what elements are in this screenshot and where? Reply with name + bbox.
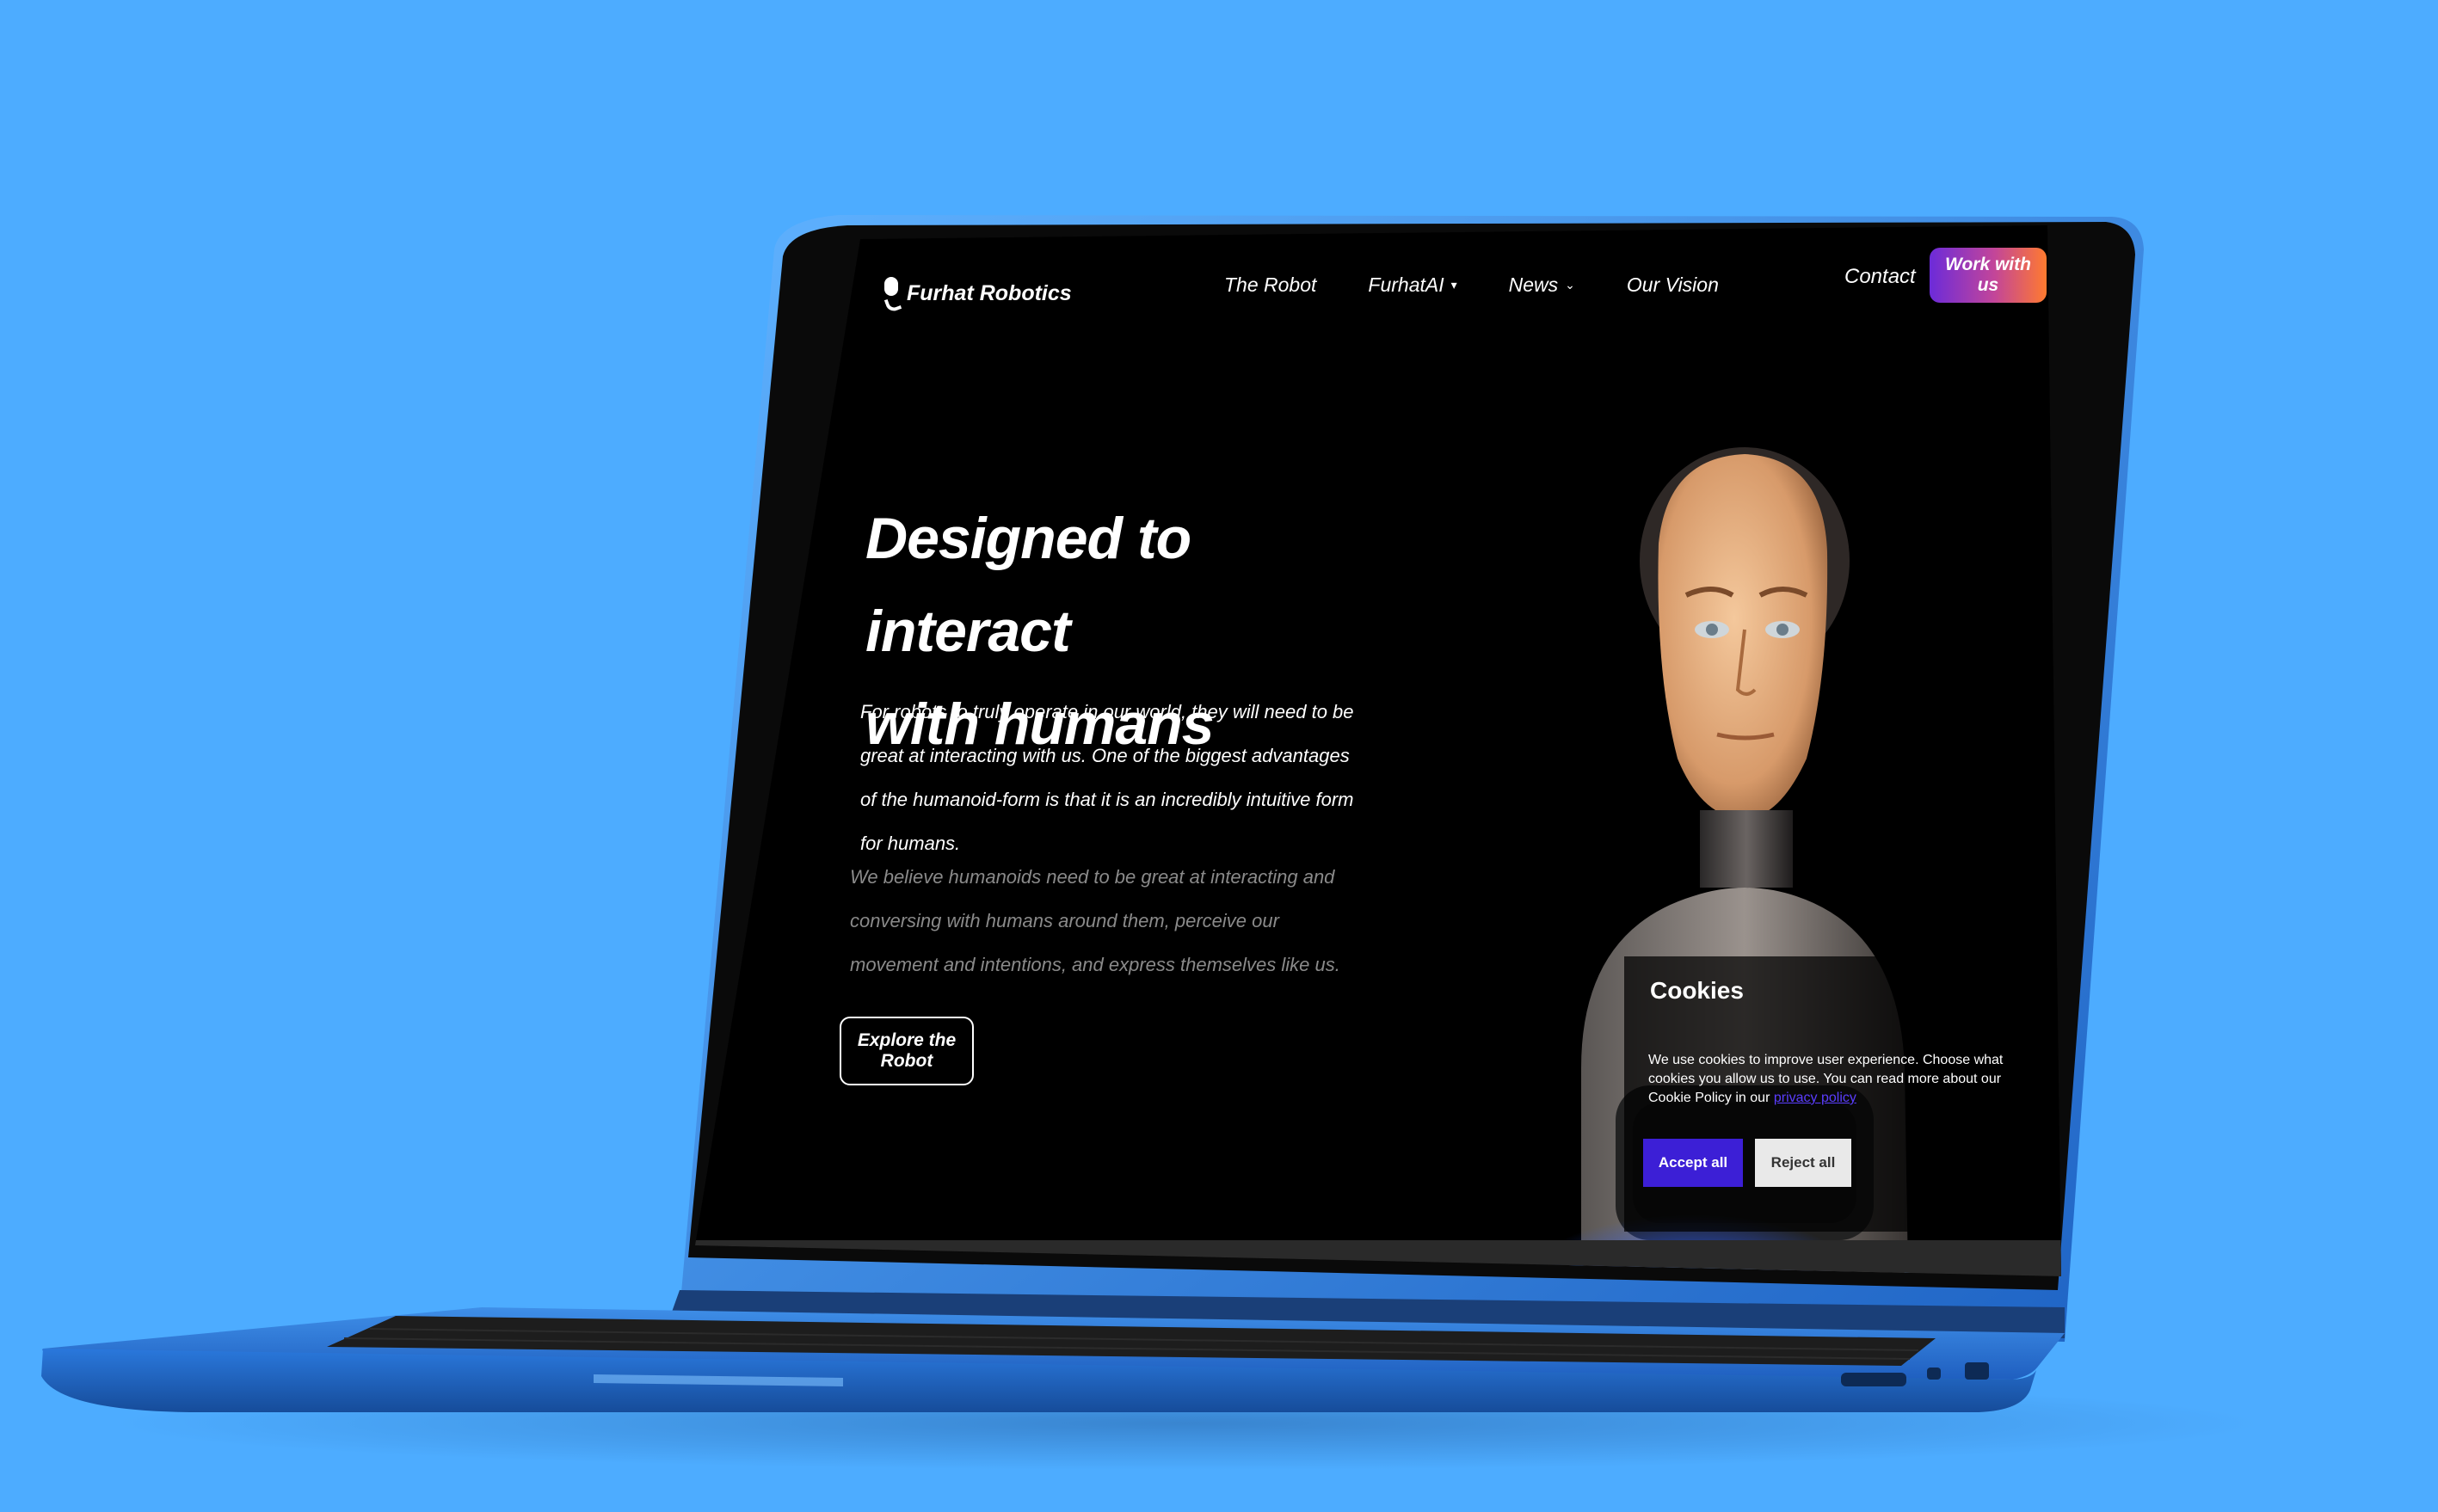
laptop-base-illustration: [41, 1290, 2066, 1412]
laptop-base: [0, 0, 2438, 1512]
